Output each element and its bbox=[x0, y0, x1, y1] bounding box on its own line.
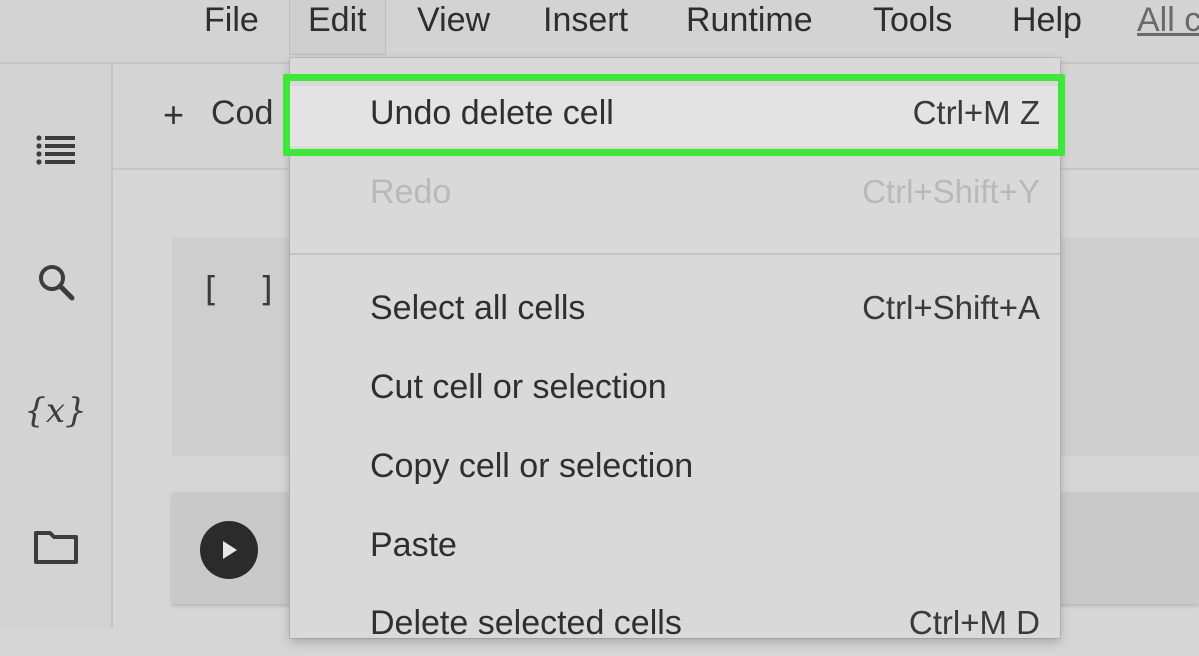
play-icon bbox=[223, 541, 237, 559]
menu-bar: File Edit View Insert Runtime Tools Help… bbox=[0, 0, 1199, 64]
menu-tools[interactable]: Tools bbox=[873, 0, 952, 40]
menu-item-select-all-cells[interactable]: Select all cells Ctrl+Shift+A bbox=[290, 281, 1060, 341]
highlight-annotation bbox=[283, 74, 1065, 156]
menu-item-label: Copy cell or selection bbox=[370, 447, 694, 485]
menu-runtime[interactable]: Runtime bbox=[686, 0, 813, 40]
menu-item-shortcut: Ctrl+Shift+Y bbox=[862, 173, 1040, 210]
menu-item-label: Cut cell or selection bbox=[370, 368, 667, 406]
menu-item-label: Delete selected cells bbox=[370, 604, 682, 642]
menu-insert[interactable]: Insert bbox=[543, 0, 628, 40]
menu-help[interactable]: Help bbox=[1012, 0, 1082, 40]
all-changes-saved-link[interactable]: All c bbox=[1137, 0, 1199, 40]
variables-icon[interactable]: {x} bbox=[0, 386, 111, 436]
menu-item-redo: Redo Ctrl+Shift+Y bbox=[290, 165, 1060, 225]
menu-item-label: Select all cells bbox=[370, 289, 586, 327]
menu-item-label: Paste bbox=[370, 526, 457, 564]
search-icon[interactable] bbox=[0, 260, 111, 304]
menu-item-cut-cell[interactable]: Cut cell or selection bbox=[290, 360, 1060, 420]
menu-divider bbox=[290, 253, 1060, 255]
plus-icon[interactable]: + bbox=[163, 94, 184, 136]
execution-count: [ ] bbox=[200, 270, 286, 310]
menu-item-delete-selected-cells[interactable]: Delete selected cells Ctrl+M D bbox=[290, 596, 1060, 656]
left-sidebar: {x} bbox=[0, 64, 113, 628]
menu-view[interactable]: View bbox=[417, 0, 490, 40]
menu-file[interactable]: File bbox=[204, 0, 259, 40]
toc-icon[interactable] bbox=[0, 128, 111, 172]
folder-icon[interactable] bbox=[0, 524, 111, 568]
run-cell-button[interactable] bbox=[200, 521, 258, 579]
menu-edit[interactable]: Edit bbox=[290, 0, 385, 54]
menu-item-paste[interactable]: Paste bbox=[290, 518, 1060, 578]
menu-item-label: Redo bbox=[370, 173, 452, 211]
menu-item-copy-cell[interactable]: Copy cell or selection bbox=[290, 439, 1060, 499]
add-code-button[interactable]: Cod bbox=[211, 94, 273, 133]
menu-item-shortcut: Ctrl+M D bbox=[908, 604, 1040, 641]
menu-item-shortcut: Ctrl+Shift+A bbox=[862, 289, 1040, 326]
